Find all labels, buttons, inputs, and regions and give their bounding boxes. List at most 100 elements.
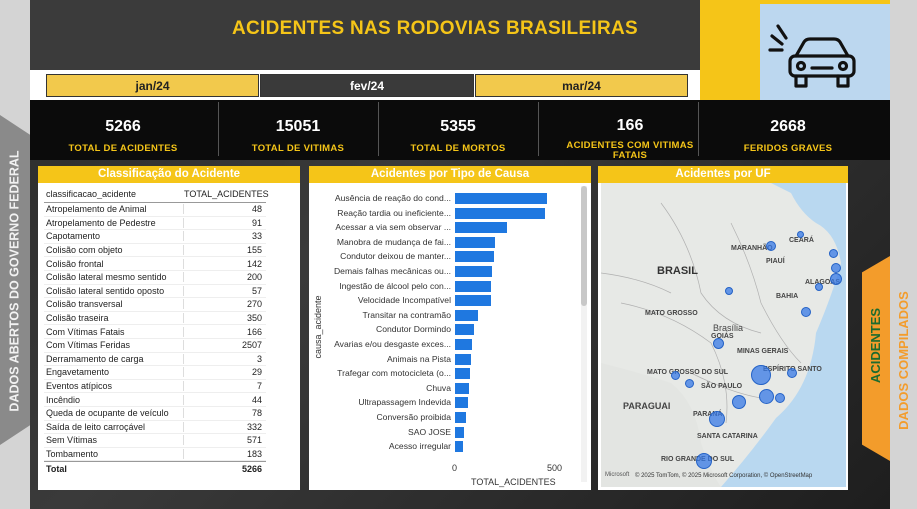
bar[interactable] bbox=[455, 309, 479, 321]
table-row[interactable]: Colisão lateral mesmo sentido 200 bbox=[44, 271, 266, 285]
table-cell-total: 29 bbox=[251, 367, 262, 378]
table-row[interactable]: Colisão frontal 142 bbox=[44, 257, 266, 271]
table-cell-classificacao: Derramamento de carga bbox=[44, 353, 184, 364]
bar[interactable] bbox=[455, 222, 507, 234]
table-cell-total: 44 bbox=[251, 394, 262, 405]
scrollbar[interactable] bbox=[581, 186, 587, 482]
table-cell-classificacao: Com Vítimas Fatais bbox=[44, 326, 184, 337]
table-cell-classificacao: Colisão lateral mesmo sentido bbox=[44, 272, 184, 283]
map-bubble[interactable] bbox=[709, 411, 725, 427]
bar[interactable] bbox=[455, 295, 491, 307]
map-bubble[interactable] bbox=[732, 395, 746, 409]
chart-xlabel: TOTAL_ACIDENTES bbox=[471, 477, 556, 487]
map-bubble[interactable] bbox=[671, 371, 680, 380]
map-bubble[interactable] bbox=[713, 338, 724, 349]
table-row[interactable]: Saída de leito carroçável 332 bbox=[44, 421, 266, 435]
bar[interactable] bbox=[455, 193, 548, 204]
table-row[interactable]: Colisão com objeto 155 bbox=[44, 244, 266, 258]
table-cell-classificacao: Eventos atípicos bbox=[44, 381, 184, 392]
table-row[interactable]: Capotamento 33 bbox=[44, 230, 266, 244]
bar-category-label: Transitar na contramão bbox=[362, 309, 451, 320]
table-row[interactable]: Colisão traseira 350 bbox=[44, 312, 266, 326]
table-row[interactable]: Com Vítimas Feridas 2507 bbox=[44, 339, 266, 353]
column-header-total[interactable]: TOTAL_ACIDENTES bbox=[184, 189, 269, 199]
table-header: classificacao_acidente TOTAL_ACIDENTES bbox=[44, 185, 269, 203]
table-cell-total: 332 bbox=[246, 421, 262, 432]
table-row[interactable]: Tombamento 183 bbox=[44, 448, 266, 462]
map-brand: Microsoft bbox=[605, 472, 630, 478]
table-row[interactable]: Derramamento de carga 3 bbox=[44, 353, 266, 367]
map-bubble[interactable] bbox=[759, 389, 774, 404]
bar[interactable] bbox=[455, 353, 472, 365]
table-cell-classificacao: Saída de leito carroçável bbox=[44, 421, 184, 432]
bar-chart: Ausência de reação do cond... Reação tard… bbox=[309, 166, 591, 490]
map-bubble[interactable] bbox=[775, 393, 785, 403]
map-bubble[interactable] bbox=[815, 283, 823, 291]
map-attribution[interactable]: © 2025 TomTom, © 2025 Microsoft Corporat… bbox=[635, 473, 812, 479]
table-cell-total: 91 bbox=[251, 217, 262, 228]
bar[interactable] bbox=[455, 426, 464, 438]
page-title: ACIDENTES NAS RODOVIAS BRASILEIRAS bbox=[231, 18, 639, 39]
month-jan[interactable]: jan/24 bbox=[46, 74, 259, 97]
bar[interactable] bbox=[455, 339, 473, 350]
table-cell-total: 350 bbox=[246, 313, 262, 324]
classificacao-card: Classificação do Acidente classificacao_… bbox=[38, 166, 300, 490]
table-row[interactable]: Colisão lateral sentido oposto 57 bbox=[44, 285, 266, 299]
bar[interactable] bbox=[455, 236, 496, 248]
kpi-total-mortos: 5355 TOTAL DE MORTOS bbox=[410, 118, 506, 154]
bar-category-label: Demais falhas mecânicas ou... bbox=[333, 266, 451, 276]
map-bubble[interactable] bbox=[801, 307, 811, 317]
month-fev[interactable]: fev/24 bbox=[260, 74, 474, 97]
table-row[interactable]: Atropelamento de Animal 48 bbox=[44, 203, 266, 217]
map-bubble[interactable] bbox=[797, 231, 804, 238]
classificacao-title: Classificação do Acidente bbox=[38, 166, 300, 183]
table-row[interactable]: Com Vítimas Fatais 166 bbox=[44, 325, 266, 339]
table-cell-total: 200 bbox=[246, 272, 262, 283]
map-bubble[interactable] bbox=[830, 273, 842, 285]
x-tick-0: 0 bbox=[452, 463, 458, 473]
table-cell-classificacao: Sem Vítimas bbox=[44, 435, 184, 446]
bar[interactable] bbox=[455, 441, 463, 453]
bar-category-label: Acessar a via sem observar ... bbox=[335, 222, 451, 233]
map-bubble[interactable] bbox=[787, 368, 797, 378]
map-bubble[interactable] bbox=[696, 453, 712, 469]
table-row[interactable]: Atropelamento de Pedestre 91 bbox=[44, 217, 266, 231]
map-bubble[interactable] bbox=[766, 241, 776, 251]
table-row[interactable]: Queda de ocupante de veículo 78 bbox=[44, 407, 266, 421]
table-row[interactable]: Incêndio 44 bbox=[44, 393, 266, 407]
map-label-minas: MINAS GERAIS bbox=[737, 348, 789, 355]
bar[interactable] bbox=[455, 251, 495, 263]
table-cell-total: 3 bbox=[256, 353, 262, 364]
table-row[interactable]: Colisão transversal 270 bbox=[44, 298, 266, 312]
brazil-map[interactable]: BRASIL MATO GROSSO Brasília GOIÁS MINAS … bbox=[601, 183, 846, 487]
bar[interactable] bbox=[455, 412, 466, 423]
map-bubble[interactable] bbox=[829, 249, 838, 258]
bar[interactable] bbox=[455, 397, 469, 409]
bar[interactable] bbox=[455, 207, 546, 219]
map-bubble[interactable] bbox=[685, 379, 694, 388]
map-label-brasil: BRASIL bbox=[657, 265, 698, 277]
table-row[interactable]: Engavetamento 29 bbox=[44, 366, 266, 380]
map-bubble[interactable] bbox=[831, 263, 841, 273]
table-row[interactable]: Sem Vítimas 571 bbox=[44, 434, 266, 448]
bar[interactable] bbox=[455, 368, 471, 380]
table-cell-total: 57 bbox=[251, 285, 262, 296]
bar[interactable] bbox=[455, 382, 470, 394]
month-mar[interactable]: mar/24 bbox=[475, 74, 688, 97]
table-cell-total: 270 bbox=[246, 299, 262, 310]
bar[interactable] bbox=[455, 324, 475, 336]
table-row[interactable]: Eventos atípicos 7 bbox=[44, 380, 266, 394]
bar-category-label: Ausência de reação do cond... bbox=[334, 193, 451, 203]
bar[interactable] bbox=[455, 280, 492, 292]
bar-category-label: Ingestão de álcool pelo con... bbox=[339, 280, 451, 291]
table-cell-classificacao: Colisão frontal bbox=[44, 258, 184, 269]
table-total-row: Total 5266 bbox=[44, 461, 266, 475]
table-cell-classificacao: Queda de ocupante de veículo bbox=[44, 408, 184, 419]
map-bubble[interactable] bbox=[751, 365, 771, 385]
bar[interactable] bbox=[455, 266, 493, 277]
table-cell-total: 48 bbox=[251, 204, 262, 215]
table-cell-classificacao: Colisão traseira bbox=[44, 313, 184, 324]
causa-card: Acidentes por Tipo de Causa causa_aciden… bbox=[309, 166, 591, 490]
map-bubble[interactable] bbox=[725, 287, 733, 295]
column-header-classificacao[interactable]: classificacao_acidente bbox=[44, 189, 184, 199]
